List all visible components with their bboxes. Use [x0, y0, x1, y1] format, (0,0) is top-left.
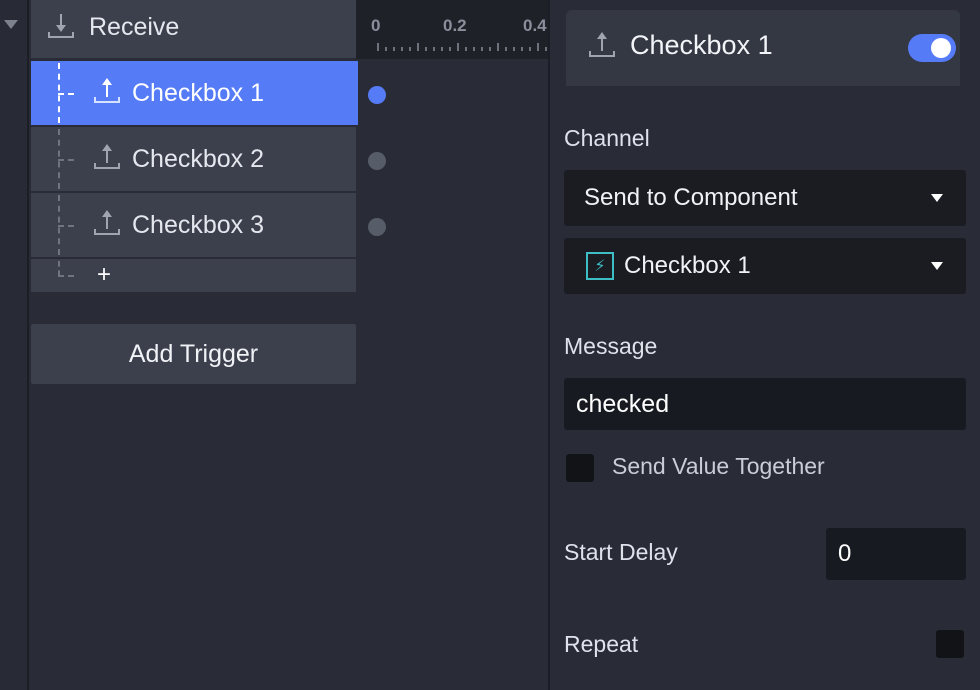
ruler-tick [521, 47, 523, 51]
upload-icon [93, 144, 121, 172]
add-trigger-button[interactable]: Add Trigger [31, 324, 356, 384]
ruler-tick [497, 43, 499, 51]
start-delay-label: Start Delay [564, 539, 678, 565]
send-value-checkbox[interactable] [566, 454, 594, 482]
add-item-icon[interactable]: + [97, 261, 111, 289]
upload-icon [588, 32, 616, 60]
channel-label: Channel [564, 125, 650, 151]
ruler-tick [489, 47, 491, 51]
timeline-ruler[interactable]: 0 0.2 0.4 [356, 0, 548, 59]
download-icon [47, 13, 75, 41]
tree-connector [58, 275, 74, 277]
tree-connector [58, 225, 74, 227]
tree-connector [58, 261, 60, 276]
start-delay-input[interactable]: 0 [826, 528, 966, 580]
tree-row-add[interactable]: + [31, 259, 356, 292]
repeat-label: Repeat [564, 631, 639, 657]
ruler-tick [393, 47, 395, 51]
collapse-caret-icon[interactable] [4, 20, 18, 29]
ruler-tick [417, 43, 419, 51]
ruler-tick [433, 47, 435, 51]
ruler-tick [425, 47, 427, 51]
channel-value: Send to Component [584, 184, 798, 211]
inspector-panel: Checkbox 1 Channel Send to Component ⚡ C… [550, 0, 980, 690]
ruler-tick [401, 47, 403, 51]
tree-row-receive[interactable]: Receive [31, 0, 356, 58]
ruler-tick [505, 47, 507, 51]
tree-row-checkbox-2[interactable]: Checkbox 2 [31, 127, 356, 191]
lightning-icon: ⚡ [586, 252, 614, 280]
enable-toggle[interactable] [908, 34, 956, 62]
timeline-keyframe-3[interactable] [368, 218, 386, 236]
inspector-title: Checkbox 1 [630, 30, 773, 60]
repeat-checkbox[interactable] [936, 630, 964, 658]
toggle-knob [931, 38, 951, 58]
ruler-tick [385, 47, 387, 51]
tree-row-checkbox-3[interactable]: Checkbox 3 [31, 193, 356, 257]
ruler-tick [457, 43, 459, 51]
ruler-tick [481, 47, 483, 51]
app-root: Receive Checkbox 1 Checkbox 2 Checkbox 3… [0, 0, 980, 690]
ruler-tick [449, 47, 451, 51]
upload-icon [93, 78, 121, 106]
receive-label: Receive [89, 13, 180, 41]
inspector-header: Checkbox 1 [566, 10, 960, 86]
chevron-down-icon [931, 194, 943, 202]
timeline-keyframe-1[interactable] [368, 86, 386, 104]
ruler-label: 0.2 [443, 16, 467, 35]
ruler-label: 0 [371, 16, 381, 35]
ruler-tick [545, 47, 547, 51]
component-select[interactable]: ⚡ Checkbox 1 [564, 238, 966, 294]
ruler-tick [529, 47, 531, 51]
ruler-tick [441, 47, 443, 51]
tree-row-checkbox-1[interactable]: Checkbox 1 [31, 61, 356, 125]
component-value: Checkbox 1 [624, 252, 751, 279]
tree-item-label: Checkbox 2 [132, 145, 265, 173]
trigger-tree: Receive Checkbox 1 Checkbox 2 Checkbox 3… [31, 0, 356, 690]
send-value-label: Send Value Together [612, 453, 825, 479]
tree-connector [58, 159, 74, 161]
left-gutter [0, 0, 29, 690]
tree-connector [58, 93, 74, 95]
chevron-down-icon [931, 262, 943, 270]
ruler-tick [513, 47, 515, 51]
ruler-tick [537, 43, 539, 51]
ruler-label: 0.4 [523, 16, 547, 35]
message-label: Message [564, 333, 658, 359]
ruler-tick [465, 47, 467, 51]
upload-icon [93, 210, 121, 238]
ruler-tick [473, 47, 475, 51]
message-input[interactable]: checked [564, 378, 966, 430]
selection-edge [356, 61, 358, 125]
ruler-tick [377, 43, 379, 51]
timeline: 0 0.2 0.4 [356, 0, 548, 690]
tree-item-label: Checkbox 3 [132, 211, 265, 239]
ruler-tick [409, 47, 411, 51]
tree-item-label: Checkbox 1 [132, 79, 265, 107]
channel-select[interactable]: Send to Component [564, 170, 966, 226]
timeline-keyframe-2[interactable] [368, 152, 386, 170]
